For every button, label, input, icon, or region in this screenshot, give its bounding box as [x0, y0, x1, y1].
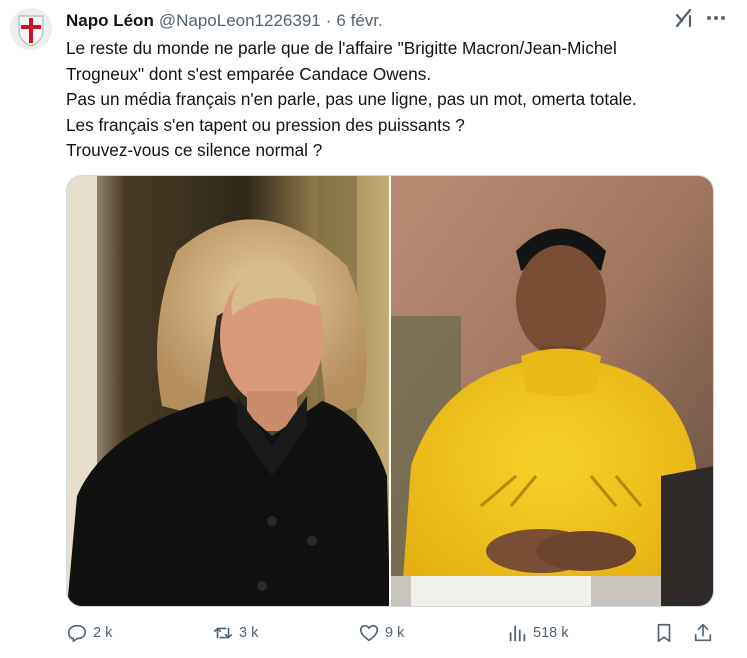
- share-button[interactable]: [692, 622, 719, 644]
- retweet-icon: [213, 627, 233, 639]
- tweet-header: Napo Léon @NapoLeon1226391 · 6 févr.: [66, 9, 727, 33]
- reply-icon: [67, 624, 87, 643]
- grok-icon[interactable]: [673, 7, 695, 29]
- views-button[interactable]: 518 k: [506, 622, 568, 644]
- tweet-actions: 2 k 3 k 9 k 518 k: [66, 622, 726, 650]
- bar-chart-icon: [509, 625, 526, 642]
- tweet-text: Le reste du monde ne parle que de l'affa…: [66, 38, 637, 160]
- reply-button[interactable]: 2 k: [66, 622, 112, 644]
- separator-dot: ·: [325, 11, 332, 30]
- reply-count: 2 k: [93, 625, 113, 641]
- like-count: 9 k: [385, 625, 405, 641]
- media-photo-left[interactable]: [67, 176, 389, 606]
- retweet-count: 3 k: [239, 625, 259, 641]
- author-handle[interactable]: @NapoLeon1226391: [159, 11, 321, 31]
- retweet-button[interactable]: 3 k: [212, 622, 258, 644]
- tweet-date[interactable]: 6 févr.: [336, 11, 382, 31]
- templar-shield-icon: [10, 8, 52, 50]
- avatar[interactable]: [10, 8, 52, 50]
- author-name[interactable]: Napo Léon: [66, 11, 154, 31]
- like-button[interactable]: 9 k: [358, 622, 404, 644]
- views-count: 518 k: [533, 625, 569, 641]
- media-photo-right[interactable]: [391, 176, 713, 606]
- share-icon: [694, 623, 712, 642]
- bookmark-button[interactable]: [653, 622, 680, 644]
- more-options-icon[interactable]: [705, 7, 727, 29]
- tweet[interactable]: Napo Léon @NapoLeon1226391 · 6 févr. Le …: [0, 0, 747, 658]
- heart-icon: [359, 624, 379, 642]
- tweet-media[interactable]: [66, 175, 714, 607]
- bookmark-icon: [657, 623, 671, 643]
